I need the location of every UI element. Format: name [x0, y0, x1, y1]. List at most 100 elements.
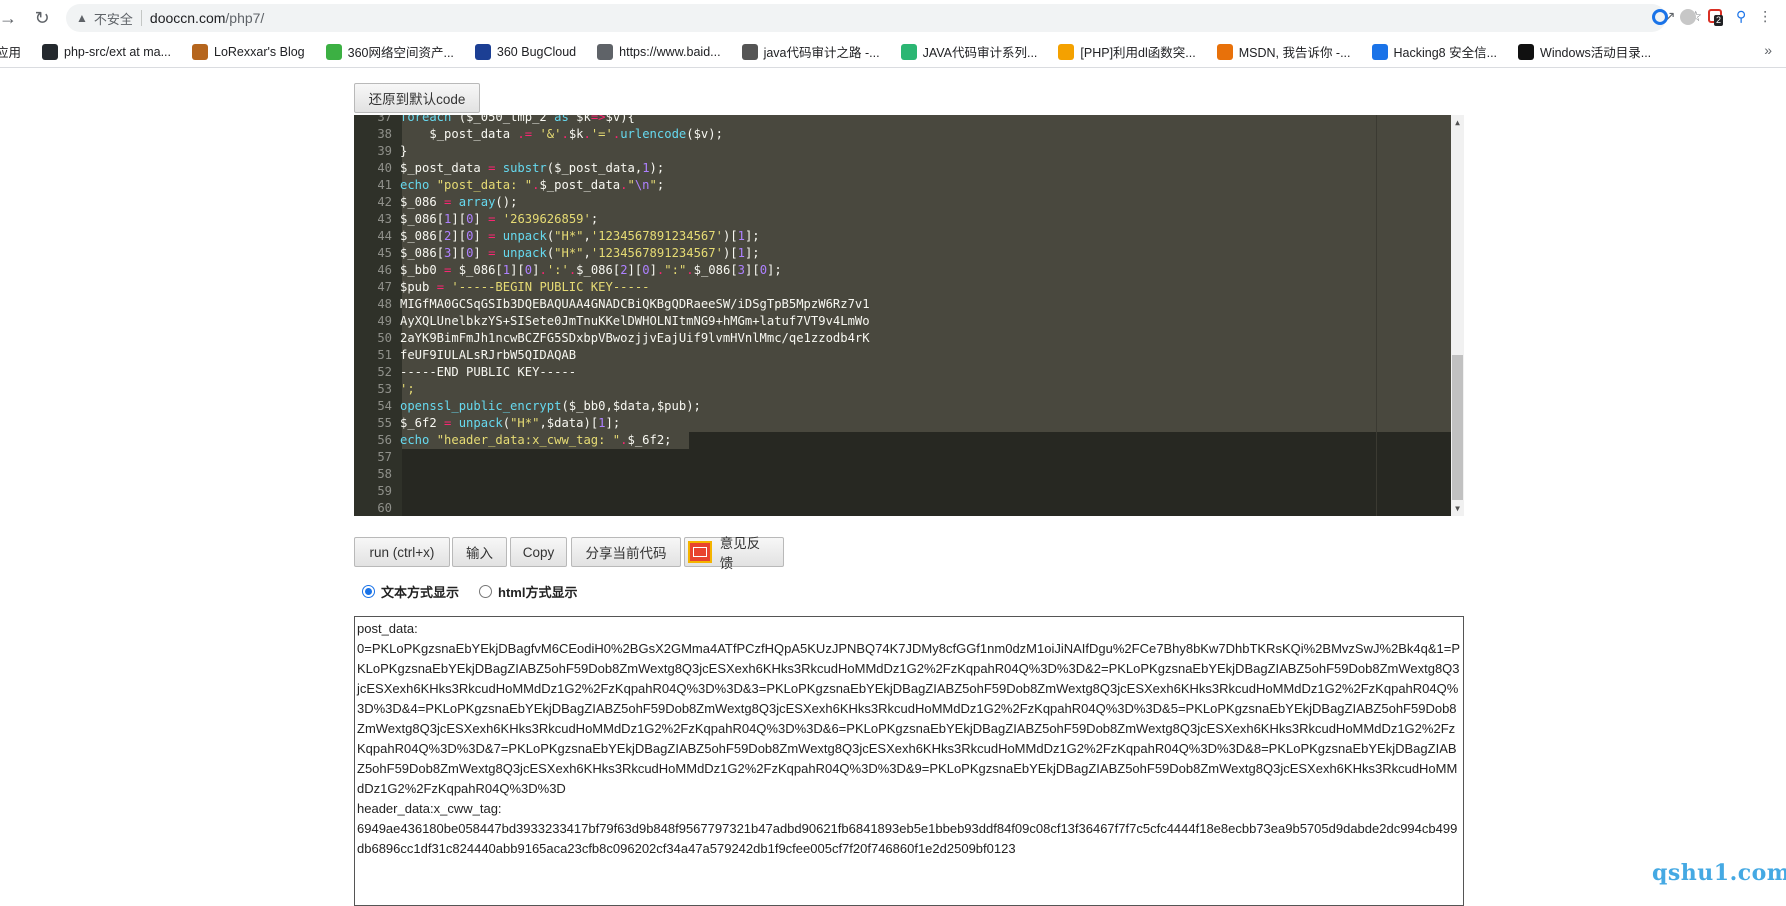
bookmark-label: 360 BugCloud	[496, 44, 577, 59]
copy-button[interactable]: Copy	[510, 537, 567, 567]
post-data-label: post_data:	[357, 621, 418, 636]
warning-icon: ▲	[76, 11, 88, 25]
editor-scrollbar[interactable]: ▲ ▼	[1451, 115, 1464, 516]
code-line: 51 feUF9IULALsRJrbW5QIDAQAB	[354, 347, 1451, 364]
scroll-down-icon[interactable]: ▼	[1453, 504, 1462, 513]
watermark: qshu1.com	[1652, 860, 1786, 886]
bookmark-item[interactable]: [PHP]利用dl函数突...	[1058, 42, 1196, 61]
bookmark-item[interactable]: https://www.baid...	[597, 43, 721, 60]
extension-pin-icon[interactable]: ⚲	[1736, 8, 1746, 25]
bookmark-item[interactable]: 360 BugCloud	[474, 43, 577, 60]
input-button[interactable]: 输入	[452, 537, 507, 567]
code-line: 37 foreach ($_050_tmp_2 as $k=>$v){	[354, 115, 1451, 126]
extension-gear-icon[interactable]	[1680, 8, 1696, 25]
code-text: $pub = '-----BEGIN PUBLIC KEY-----	[400, 280, 650, 294]
code-line: 47 $pub = '-----BEGIN PUBLIC KEY-----	[354, 279, 1451, 296]
url-host: dooccn.com	[149, 10, 226, 26]
line-number: 59	[377, 484, 392, 498]
code-text: $_post_data = substr($_post_data,1);	[400, 161, 665, 175]
line-number: 45	[377, 246, 392, 260]
code-line: 42 $_086 = array();	[354, 194, 1451, 211]
code-line: 59	[354, 483, 1451, 500]
code-line: 53 ';	[354, 381, 1451, 398]
share-code-button[interactable]: 分享当前代码	[571, 537, 681, 567]
code-text: ';	[400, 382, 415, 396]
code-text: $_post_data .= '&'.$k.'='.urlencode($v);	[429, 127, 723, 141]
360-icon	[325, 43, 342, 60]
extension-circle-icon[interactable]	[1652, 8, 1668, 25]
bookmark-item[interactable]: php-src/ext at ma...	[42, 43, 171, 60]
bookmarks-more-icon[interactable]: »	[1764, 42, 1772, 58]
forward-icon[interactable]: →	[0, 4, 22, 32]
code-text: $_086[3][0] = unpack("H*",'1234567891234…	[400, 246, 760, 260]
code-line: 39}	[354, 143, 1451, 160]
code-line: 45 $_086[3][0] = unpack("H*",'12345678912…	[354, 245, 1451, 262]
code-text: foreach ($_050_tmp_2 as $k=>$v){	[400, 115, 635, 124]
github-icon	[42, 43, 59, 60]
bookmark-item[interactable]: LoRexxar's Blog	[192, 43, 305, 60]
bookmark-item[interactable]: 360网络空间资产...	[325, 42, 454, 61]
line-number: 46	[377, 263, 392, 277]
address-bar[interactable]: ▲ 不安全 dooccn.com/php7/ ↗ ☆	[66, 4, 1702, 32]
bookmark-item[interactable]: Windows活动目录...	[1518, 42, 1651, 61]
bookmark-item[interactable]: java代码审计之路 -...	[741, 42, 880, 61]
bookmarks-bar: 应用 php-src/ext at ma... LoRexxar's Blog 360…	[0, 36, 1786, 68]
code-text: MIGfMA0GCSqGSIb3DQEBAQUAA4GNADCBiQKBgQDR…	[400, 297, 870, 311]
code-line: 52 -----END PUBLIC KEY-----	[354, 364, 1451, 381]
bookmark-label: [PHP]利用dl函数突...	[1080, 46, 1196, 60]
code-line: 56 echo "header_data:x_cww_tag: ".$_6f2;	[354, 432, 1451, 449]
bookmark-label: Hacking8 安全信...	[1393, 46, 1498, 60]
bugcloud-icon	[474, 43, 491, 60]
text-mode-label: 文本方式显示	[381, 585, 460, 600]
line-number: 38	[377, 127, 392, 141]
code-line: 49 AyXQLUnelbkzYS+SISete0JmTnuKKelDWHOLNI…	[354, 313, 1451, 330]
feedback-label: 意见反馈	[719, 536, 761, 571]
line-number: 56	[377, 433, 392, 447]
code-text: echo "header_data:x_cww_tag: ".$_6f2;	[400, 433, 672, 447]
bookmark-label: LoRexxar's Blog	[214, 44, 305, 59]
line-number: 53	[377, 382, 392, 396]
code-line: 40 $_post_data = substr($_post_data,1);	[354, 160, 1451, 177]
reload-icon[interactable]: ↻	[28, 4, 56, 32]
feedback-button[interactable]: 意见反馈	[684, 536, 784, 571]
menu-icon[interactable]: ⋮	[1758, 8, 1772, 25]
code-text: $_bb0 = $_086[1][0].':'.$_086[2][0].":".…	[400, 263, 782, 277]
line-number: 37	[377, 115, 392, 124]
globe-icon	[597, 43, 614, 60]
extension-badge-icon[interactable]: 2	[1708, 8, 1724, 26]
post-data-value: 0=PKLoPKgzsnaEbYEkjDBagfvM6CEodiH0%2BGsX…	[357, 641, 1461, 796]
code-line: 60	[354, 500, 1451, 516]
run-button[interactable]: run (ctrl+x)	[354, 537, 450, 567]
line-number: 51	[377, 348, 392, 362]
bookmark-label: https://www.baid...	[619, 44, 721, 59]
code-line: 55 $_6f2 = unpack("H*",$data)[1];	[354, 415, 1451, 432]
html-mode-radio[interactable]	[479, 585, 493, 598]
insecure-label: 不安全	[93, 11, 133, 27]
code-text: $_086 = array();	[400, 195, 518, 209]
code-text: $_6f2 = unpack("H*",$data)[1];	[400, 416, 621, 430]
code-editor[interactable]: 37 foreach ($_050_tmp_2 as $k=>$v){ 38 $_p…	[354, 115, 1464, 516]
bookmark-item[interactable]: JAVA代码审计系列...	[900, 42, 1037, 61]
code-line: 57	[354, 449, 1451, 466]
header-data-label: header_data:x_cww_tag:	[357, 801, 502, 816]
bookmark-item[interactable]: MSDN, 我告诉你 -...	[1216, 42, 1351, 61]
scroll-up-icon[interactable]: ▲	[1453, 118, 1462, 127]
code-line: 38 $_post_data .= '&'.$k.'='.urlencode($…	[354, 126, 1451, 143]
line-number: 50	[377, 331, 392, 345]
code-text: 2aYK9BimFmJh1ncwBCZFG5SDxbpVBwozjjvEajUi…	[400, 331, 870, 345]
code-line: 48 MIGfMA0GCSqGSIb3DQEBAQUAA4GNADCBiQKBgQ…	[354, 296, 1451, 313]
bookmark-item[interactable]: Hacking8 安全信...	[1371, 42, 1498, 61]
editor-scroll-thumb[interactable]	[1452, 355, 1463, 500]
code-line: 58	[354, 466, 1451, 483]
line-number: 55	[377, 416, 392, 430]
code-line: 54 openssl_public_encrypt($_bb0,$data,$pu…	[354, 398, 1451, 415]
code-line: 46 $_bb0 = $_086[1][0].':'.$_086[2][0].":…	[354, 262, 1451, 279]
code-line: 50 2aYK9BimFmJh1ncwBCZFG5SDxbpVBwozjjvEaj…	[354, 330, 1451, 347]
bookmark-item[interactable]: 应用	[0, 42, 21, 61]
line-number: 40	[377, 161, 392, 175]
line-number: 42	[377, 195, 392, 209]
text-mode-radio[interactable]	[362, 585, 375, 598]
line-number: 44	[377, 229, 392, 243]
output-panel[interactable]: post_data: 0=PKLoPKgzsnaEbYEkjDBagfvM6CE…	[354, 616, 1464, 906]
reset-code-button[interactable]: 还原到默认code	[354, 83, 480, 113]
